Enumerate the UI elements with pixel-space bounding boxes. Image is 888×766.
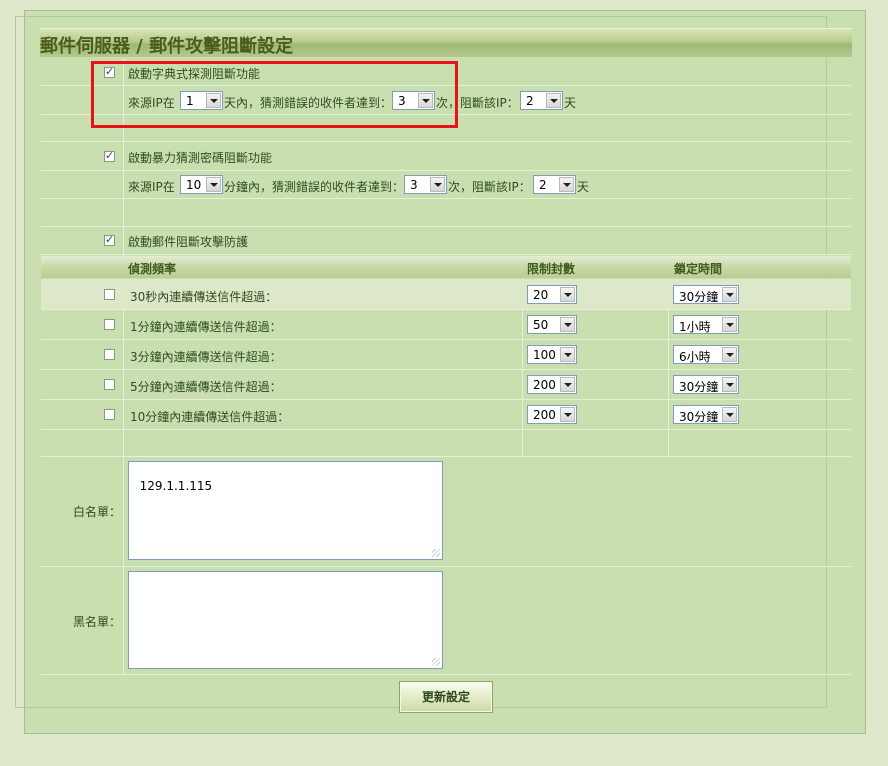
chevron-down-icon — [560, 317, 575, 332]
rule-limit-select[interactable]: 200 — [527, 375, 577, 394]
chevron-down-icon — [206, 177, 221, 192]
dictionary-block-days-suffix: 天 — [564, 96, 577, 110]
rule-limit-select[interactable]: 100 — [527, 345, 577, 364]
chevron-down-icon — [546, 93, 561, 108]
mail-attack-checkbox[interactable] — [104, 233, 115, 246]
chevron-down-icon — [722, 317, 737, 332]
rule-lock-time-select[interactable]: 1小時 — [673, 315, 739, 334]
chevron-down-icon — [559, 177, 574, 192]
chevron-down-icon — [722, 287, 737, 302]
chevron-down-icon — [722, 377, 737, 392]
blacklist-label: 黑名單： — [73, 615, 122, 629]
resize-grip-icon[interactable] — [432, 549, 440, 557]
header-limit: 限制封數 — [527, 262, 576, 276]
chevron-down-icon — [560, 287, 575, 302]
rule-limit-select[interactable]: 20 — [527, 285, 577, 304]
rule-label: 30秒內連續傳送信件超過： — [130, 290, 278, 304]
bruteforce-prefix: 來源IP在 — [128, 180, 175, 194]
whitelist-label: 白名單： — [73, 505, 122, 519]
bruteforce-block-label: 啟動暴力猜測密碼阻斷功能 — [128, 151, 273, 165]
rule-limit-select[interactable]: 50 — [527, 315, 577, 334]
bruteforce-minutes-select[interactable]: 10 — [180, 175, 223, 194]
rule-lock-time-select[interactable]: 30分鐘 — [673, 375, 739, 394]
rule-lock-time-select[interactable]: 30分鐘 — [673, 405, 739, 424]
rule-checkbox[interactable] — [104, 289, 115, 300]
header-lock-time: 鎖定時間 — [674, 262, 723, 276]
chevron-down-icon — [560, 407, 575, 422]
whitelist-textarea[interactable]: 129.1.1.115 — [128, 461, 443, 560]
bruteforce-block-days-suffix: 天 — [577, 180, 590, 194]
dictionary-block-days-select[interactable]: 2 — [520, 91, 563, 110]
header-frequency: 偵測頻率 — [128, 262, 177, 276]
bruteforce-times-suffix: 次，阻斷該IP： — [448, 180, 531, 194]
rule-checkbox[interactable] — [104, 379, 115, 390]
chevron-down-icon — [560, 377, 575, 392]
rule-label: 5分鐘內連續傳送信件超過： — [130, 380, 282, 394]
update-settings-button[interactable]: 更新設定 — [399, 681, 493, 713]
rule-label: 3分鐘內連續傳送信件超過： — [130, 350, 282, 364]
rule-limit-select[interactable]: 200 — [527, 405, 577, 424]
highlight-annotation — [91, 61, 458, 128]
bruteforce-minutes-suffix: 分鐘內，猜測錯誤的收件者達到： — [224, 180, 405, 194]
rule-checkbox[interactable] — [104, 409, 115, 420]
rule-label: 10分鐘內連續傳送信件超過： — [130, 410, 290, 424]
chevron-down-icon — [430, 177, 445, 192]
chevron-down-icon — [722, 407, 737, 422]
rule-label: 1分鐘內連續傳送信件超過： — [130, 320, 282, 334]
page-title: 郵件伺服器 / 郵件攻擊阻斷設定 — [40, 36, 294, 57]
chevron-down-icon — [722, 347, 737, 362]
bruteforce-block-checkbox[interactable] — [104, 149, 115, 162]
title-bar: 郵件伺服器 / 郵件攻擊阻斷設定 — [40, 28, 852, 57]
bruteforce-block-days-select[interactable]: 2 — [533, 175, 576, 194]
resize-grip-icon[interactable] — [432, 658, 440, 666]
mail-attack-label: 啟動郵件阻斷攻擊防護 — [128, 235, 249, 249]
blacklist-textarea[interactable] — [128, 571, 443, 669]
rule-lock-time-select[interactable]: 6小時 — [673, 345, 739, 364]
rule-lock-time-select[interactable]: 30分鐘 — [673, 285, 739, 304]
chevron-down-icon — [560, 347, 575, 362]
rule-checkbox[interactable] — [104, 349, 115, 360]
bruteforce-times-select[interactable]: 3 — [404, 175, 447, 194]
rule-checkbox[interactable] — [104, 319, 115, 330]
